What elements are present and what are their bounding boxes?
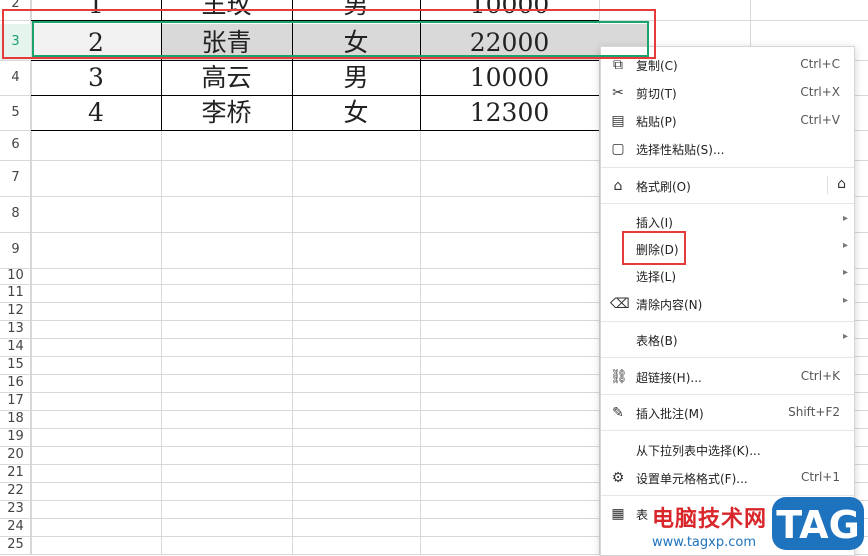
format-painter-lock-icon[interactable]: ⌂: [827, 176, 846, 194]
paste-icon: ▤: [611, 113, 625, 129]
menu-separator: [601, 430, 854, 431]
paste-special-icon: ▢: [611, 141, 625, 157]
menu-item-shortcut: Ctrl+V: [800, 113, 840, 127]
menu-item-label: 格式刷(O): [636, 180, 691, 194]
menu-item-table[interactable]: 表格(B) ▸: [601, 327, 854, 353]
menu-item-hyperlink[interactable]: ⛓ 超链接(H)... Ctrl+K: [601, 364, 854, 390]
row-number[interactable]: 22: [0, 482, 31, 500]
menu-item-label: 表格(B): [636, 334, 678, 348]
menu-item-paste[interactable]: ▤ 粘贴(P) Ctrl+V: [601, 108, 854, 134]
menu-item-label: 剪切(T): [636, 87, 677, 101]
submenu-arrow-icon: ▸: [842, 267, 848, 278]
row-number[interactable]: 24: [0, 518, 31, 536]
row-number[interactable]: 12: [0, 302, 31, 320]
menu-item-label: 选择(L): [636, 270, 677, 284]
row-number[interactable]: 25: [0, 536, 31, 554]
row-number[interactable]: 10: [0, 268, 31, 284]
row-number[interactable]: 11: [0, 284, 31, 302]
row-number[interactable]: 19: [0, 428, 31, 446]
row-number[interactable]: 6: [0, 130, 31, 160]
menu-item-shortcut: Ctrl+X: [800, 85, 840, 99]
menu-item-shortcut: Shift+F2: [788, 405, 840, 419]
menu-item-shortcut: Ctrl+C: [800, 57, 840, 71]
menu-item-cut[interactable]: ✂ 剪切(T) Ctrl+X: [601, 80, 854, 106]
data-cell[interactable]: 李桥: [161, 100, 292, 125]
row-number[interactable]: 8: [0, 196, 31, 232]
menu-separator: [601, 167, 854, 168]
menu-item-pick-list[interactable]: 从下拉列表中选择(K)...: [601, 437, 854, 463]
format-painter-icon: ⌂: [613, 178, 623, 194]
row-number[interactable]: 9: [0, 232, 31, 268]
watermark-url: www.tagxp.com: [652, 535, 756, 550]
menu-item-paste-special[interactable]: ▢ 选择性粘贴(S)...: [601, 136, 854, 162]
data-cell[interactable]: 12300: [420, 100, 599, 125]
menu-item-format-cells[interactable]: ⚙ 设置单元格格式(F)... Ctrl+1: [601, 465, 854, 491]
menu-item-label: 超链接(H)...: [636, 371, 702, 385]
row-number[interactable]: 21: [0, 464, 31, 482]
menu-item-clear[interactable]: ⌫ 清除内容(N) ▸: [601, 291, 854, 317]
row-number[interactable]: 18: [0, 410, 31, 428]
menu-item-shortcut: Ctrl+1: [800, 470, 840, 484]
clear-icon: ⌫: [610, 296, 630, 312]
data-cell[interactable]: 3: [31, 65, 161, 90]
submenu-arrow-icon: ▸: [842, 240, 848, 251]
row-number[interactable]: 13: [0, 320, 31, 338]
menu-item-comment[interactable]: ✎ 插入批注(M) Shift+F2: [601, 400, 854, 426]
data-cell[interactable]: 女: [292, 100, 420, 125]
data-cell[interactable]: 男: [292, 65, 420, 90]
menu-item-label: 设置单元格格式(F)...: [636, 472, 748, 486]
menu-item-label: 清除内容(N): [636, 298, 703, 312]
format-cells-icon: ⚙: [611, 470, 625, 486]
row-number[interactable]: 14: [0, 338, 31, 356]
menu-item-label: 粘贴(P): [636, 115, 677, 129]
menu-separator: [601, 394, 854, 395]
menu-item-label: 从下拉列表中选择(K)...: [636, 444, 761, 458]
menu-separator: [601, 495, 854, 496]
submenu-arrow-icon: ▸: [842, 331, 848, 342]
data-cell[interactable]: 10000: [420, 65, 599, 90]
copy-icon: ⧉: [613, 57, 623, 73]
row-number[interactable]: 4: [0, 60, 31, 95]
watermark: 电脑技术网 www.tagxp.com TAG: [652, 497, 868, 554]
selection-outline: [32, 21, 649, 57]
row-number[interactable]: 17: [0, 392, 31, 410]
submenu-arrow-icon: ▸: [842, 213, 848, 224]
menu-item-label: 插入(I): [636, 216, 673, 230]
cut-icon: ✂: [612, 85, 624, 101]
menu-item-label: 插入批注(M): [636, 407, 704, 421]
data-border-h: [31, 130, 599, 131]
data-cell[interactable]: 高云: [161, 65, 292, 90]
row-number[interactable]: 15: [0, 356, 31, 374]
delete-annotation: [622, 231, 686, 265]
menu-separator: [601, 357, 854, 358]
data-border-h: [31, 95, 599, 96]
table-partial-icon: ▦: [611, 506, 625, 522]
watermark-title: 电脑技术网: [652, 507, 768, 532]
context-menu: ⧉ 复制(C) Ctrl+C ✂ 剪切(T) Ctrl+X ▤ 粘贴(P) Ctrl+V ▢ 选择性…: [600, 46, 855, 556]
menu-separator: [601, 321, 854, 322]
menu-item-label: 复制(C): [636, 59, 678, 73]
menu-separator: [601, 203, 854, 204]
row-number[interactable]: 16: [0, 374, 31, 392]
menu-item-format-painter[interactable]: ⌂ 格式刷(O) ⌂: [601, 173, 854, 199]
menu-item-shortcut: Ctrl+K: [800, 369, 840, 383]
row-number[interactable]: 7: [0, 160, 31, 196]
data-border-h: [31, 60, 599, 61]
hyperlink-icon: ⛓: [610, 369, 628, 385]
menu-item-select[interactable]: 选择(L) ▸: [601, 263, 854, 289]
row-number[interactable]: 5: [0, 95, 31, 130]
row-number[interactable]: 20: [0, 446, 31, 464]
submenu-arrow-icon: ▸: [842, 295, 848, 306]
data-cell[interactable]: 4: [31, 100, 161, 125]
row-number[interactable]: 23: [0, 500, 31, 518]
watermark-badge: TAG: [772, 497, 864, 550]
menu-item-label: 表: [636, 508, 649, 522]
menu-item-label: 选择性粘贴(S)...: [636, 143, 725, 157]
comment-icon: ✎: [612, 405, 624, 421]
